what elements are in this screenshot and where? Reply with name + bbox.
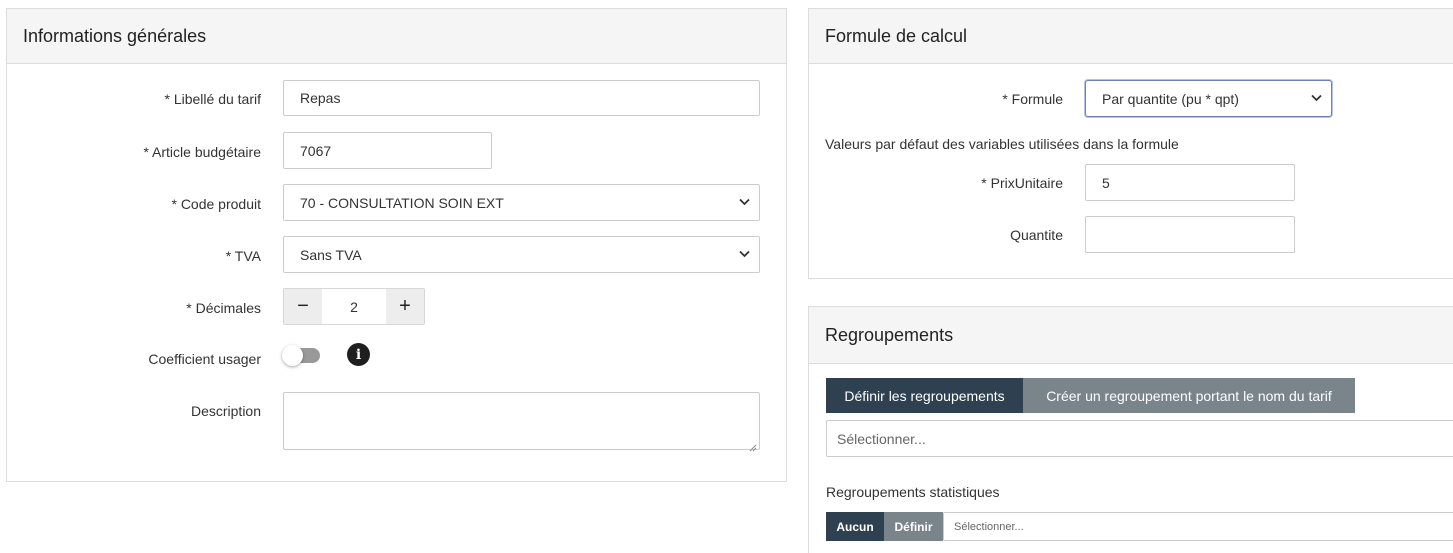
formula-title: Formule de calcul (809, 9, 1453, 64)
tva-value: Sans TVA (300, 246, 362, 263)
create-regroupement-button[interactable]: Créer un regroupement portant le nom du … (1023, 378, 1355, 413)
description-textarea[interactable] (283, 392, 760, 452)
formula-panel: Formule de calcul * Formule Par quantite… (808, 8, 1453, 279)
formule-label: * Formule (1002, 91, 1063, 107)
general-info-title: Informations générales (7, 9, 786, 64)
article-input[interactable]: 7067 (283, 132, 492, 169)
description-label: Description (190, 403, 261, 419)
regroupement-select[interactable]: Sélectionner... (826, 420, 1453, 457)
formule-select[interactable]: Par quantite (pu * qpt) (1085, 80, 1332, 117)
coefficient-toggle[interactable] (282, 345, 320, 366)
formule-value: Par quantite (pu * qpt) (1102, 90, 1239, 107)
article-label: * Article budgétaire (143, 144, 261, 160)
tva-select[interactable]: Sans TVA (283, 236, 760, 273)
stats-label: Regroupements statistiques (826, 484, 1000, 500)
define-regroupements-button[interactable]: Définir les regroupements (826, 378, 1023, 413)
resize-grip-icon[interactable] (749, 439, 757, 452)
increment-button[interactable]: + (386, 289, 424, 324)
libelle-label: * Libellé du tarif (164, 91, 261, 107)
chevron-down-icon (739, 197, 750, 208)
decrement-button[interactable]: − (284, 289, 322, 324)
stats-mode-group: Aucun Définir (826, 512, 943, 541)
chevron-down-icon (1311, 93, 1322, 104)
decimales-value[interactable]: 2 (322, 289, 386, 324)
regroupements-title: Regroupements (809, 307, 1453, 364)
coefficient-label: Coefficient usager (148, 351, 261, 367)
code-produit-select[interactable]: 70 - CONSULTATION SOIN EXT (283, 184, 760, 221)
code-produit-label: * Code produit (171, 196, 261, 212)
libelle-input[interactable]: Repas (283, 80, 760, 116)
decimales-label: * Décimales (186, 300, 261, 316)
info-circle-icon[interactable]: i (347, 343, 370, 366)
none-button[interactable]: Aucun (826, 512, 884, 541)
prix-unitaire-label: * PrixUnitaire (981, 175, 1063, 191)
prix-unitaire-input[interactable]: 5 (1085, 164, 1295, 201)
regroupement-mode-group: Définir les regroupements Créer un regro… (826, 378, 1355, 413)
general-info-panel: Informations générales * Libellé du tari… (6, 8, 787, 482)
stats-select[interactable]: Sélectionner... (943, 512, 1453, 541)
defaults-caption: Valeurs par défaut des variables utilisé… (825, 136, 1179, 152)
chevron-down-icon (739, 249, 750, 260)
toggle-knob (282, 345, 303, 366)
quantite-label: Quantite (1010, 227, 1063, 243)
regroupements-panel: Regroupements Définir les regroupements … (808, 306, 1453, 553)
quantite-input[interactable] (1085, 216, 1295, 253)
tva-label: * TVA (225, 248, 261, 264)
decimales-stepper: − 2 + (283, 288, 425, 325)
code-produit-value: 70 - CONSULTATION SOIN EXT (300, 194, 504, 211)
define-stats-button[interactable]: Définir (884, 512, 943, 541)
